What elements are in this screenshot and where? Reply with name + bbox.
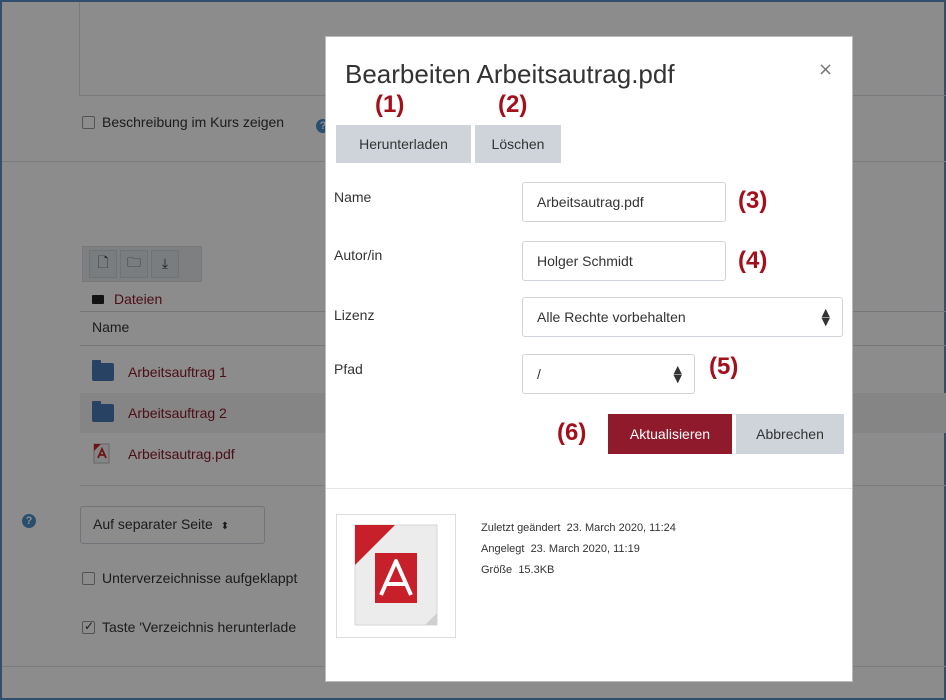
modified-label: Zuletzt geändert — [481, 522, 561, 534]
annotation-1: (1) — [375, 91, 405, 118]
path-select-value: / — [537, 366, 541, 382]
annotation-4: (4) — [738, 247, 768, 274]
edit-file-dialog: Bearbeiten Arbeitsautrag.pdf × (1) (2) H… — [325, 36, 853, 682]
created-label: Angelegt — [481, 543, 525, 555]
name-label: Name — [334, 189, 372, 205]
annotation-6: (6) — [557, 419, 587, 446]
author-input[interactable]: Holger Schmidt — [522, 241, 726, 281]
path-label: Pfad — [334, 361, 363, 377]
size-value: 15.3KB — [518, 564, 555, 576]
modified-value: 23. March 2020, 11:24 — [566, 522, 676, 534]
size-info: Größe 15.3KB — [481, 564, 554, 576]
created-info: Angelegt 23. March 2020, 11:19 — [481, 543, 640, 555]
download-button[interactable]: Herunterladen — [336, 125, 471, 163]
select-arrows-icon: ▲ ▼ — [673, 363, 682, 385]
path-select[interactable]: / ▲ ▼ — [522, 354, 695, 394]
cancel-button[interactable]: Abbrechen — [736, 414, 844, 454]
name-input[interactable]: Arbeitsautrag.pdf — [522, 182, 726, 222]
select-arrows-icon: ▲ ▼ — [821, 306, 830, 328]
size-label: Größe — [481, 564, 513, 576]
license-select[interactable]: Alle Rechte vorbehalten ▲ ▼ — [522, 297, 843, 337]
dialog-separator — [326, 488, 852, 489]
pdf-file-icon — [354, 524, 438, 626]
modified-info: Zuletzt geändert 23. March 2020, 11:24 — [481, 522, 676, 534]
update-button[interactable]: Aktualisieren — [608, 414, 732, 454]
annotation-3: (3) — [738, 187, 768, 214]
file-thumbnail — [336, 514, 456, 638]
author-label: Autor/in — [334, 247, 383, 263]
delete-button[interactable]: Löschen — [475, 125, 561, 163]
license-label: Lizenz — [334, 307, 375, 323]
annotation-5: (5) — [709, 353, 739, 380]
license-select-value: Alle Rechte vorbehalten — [537, 309, 686, 325]
created-value: 23. March 2020, 11:19 — [530, 543, 640, 555]
close-icon[interactable]: × — [818, 59, 833, 80]
annotation-2: (2) — [498, 91, 528, 118]
dialog-title: Bearbeiten Arbeitsautrag.pdf — [345, 59, 675, 89]
